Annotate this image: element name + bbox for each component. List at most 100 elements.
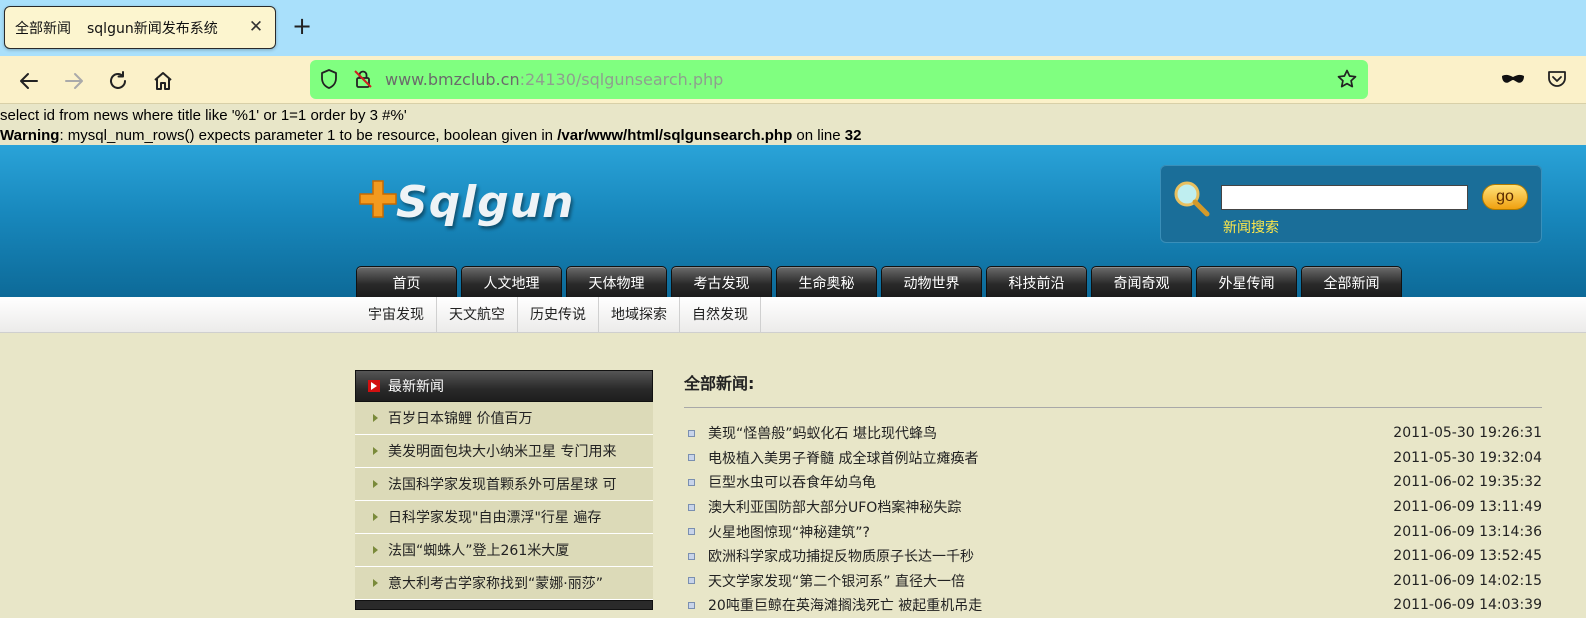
list-item[interactable]: 法国科学家发现首颗系外可居星球 可: [355, 468, 653, 501]
arrow-icon: [373, 546, 378, 554]
reload-button[interactable]: [105, 68, 131, 94]
list-item[interactable]: 法国“蜘蛛人”登上261米大厦: [355, 534, 653, 567]
forward-arrow-icon: [65, 73, 83, 89]
url-host: www.bmzclub.cn: [385, 70, 520, 89]
news-title-link[interactable]: 天文学家发现“第二个银河系” 直径大一倍: [708, 571, 965, 591]
back-button[interactable]: [16, 68, 42, 94]
private-browsing-mask-icon[interactable]: [1500, 68, 1526, 90]
sub-nav-item-universe[interactable]: 宇宙发现: [356, 297, 437, 333]
php-warning-output: select id from news where title like '%1…: [0, 106, 1586, 146]
list-item-label[interactable]: 日科学家发现"自由漂浮"行星 遍存: [388, 507, 601, 527]
bullet-icon: [688, 429, 695, 437]
news-list: 美现“怪兽般”蚂蚁化石 堪比现代蜂鸟 2011-05-30 19:26:31 电极…: [684, 421, 1542, 618]
site-header: Sqlgun go 新闻搜索 首页 人文地理 天体物理 考古发现 生命奥秘 动物…: [0, 145, 1586, 298]
bullet-icon: [688, 503, 695, 511]
search-panel: go 新闻搜索: [1160, 165, 1542, 243]
tab-title-part2: sqlgun新闻发布系统: [87, 20, 218, 37]
sql-query-text: select id from news where title like '%1…: [0, 107, 407, 124]
main-nav-item-astrophysics[interactable]: 天体物理: [566, 266, 667, 298]
sub-nav-item-history[interactable]: 历史传说: [518, 297, 599, 333]
news-title-link[interactable]: 巨型水虫可以吞食年幼乌龟: [708, 472, 876, 492]
list-item[interactable]: 日科学家发现"自由漂浮"行星 遍存: [355, 501, 653, 534]
news-date: 2011-05-30 19:26:31: [1393, 425, 1542, 442]
list-item: 20吨重巨鲸在英海滩搁浅死亡 被起重机吊走 2011-06-09 14:03:39: [684, 593, 1542, 618]
bookmark-star-icon[interactable]: [1336, 68, 1358, 90]
news-title-link[interactable]: 火星地图惊现“神秘建筑”?: [708, 522, 870, 542]
bullet-icon: [688, 478, 695, 486]
search-label[interactable]: 新闻搜索: [1223, 217, 1279, 237]
main-nav-item-home[interactable]: 首页: [356, 266, 457, 298]
warning-label: Warning: [0, 127, 60, 144]
main-nav-item-alien-rumors[interactable]: 外星传闻: [1196, 266, 1297, 298]
arrow-icon: [373, 480, 378, 488]
bullet-icon: [688, 454, 695, 462]
close-tab-icon[interactable]: ✕: [247, 18, 265, 36]
main-nav-item-all-news[interactable]: 全部新闻: [1301, 266, 1402, 298]
address-bar[interactable]: www.bmzclub.cn:24130/sqlgunsearch.php: [310, 60, 1368, 99]
list-item: 美现“怪兽般”蚂蚁化石 堪比现代蜂鸟 2011-05-30 19:26:31: [684, 421, 1542, 446]
url-text[interactable]: www.bmzclub.cn:24130/sqlgunsearch.php: [385, 70, 723, 89]
sidebar-header: 最新新闻: [355, 370, 653, 402]
news-title-link[interactable]: 电极植入美男子脊髓 成全球首例站立瘫痪者: [708, 448, 978, 468]
news-title-link[interactable]: 澳大利亚国防部大部分UFO档案神秘失踪: [708, 497, 961, 517]
arrow-icon: [373, 579, 378, 587]
insecure-lock-icon[interactable]: [352, 68, 374, 90]
list-item-label[interactable]: 法国“蜘蛛人”登上261米大厦: [388, 540, 569, 560]
browser-tab[interactable]: 全部新闻 sqlgun新闻发布系统 ✕: [4, 6, 276, 49]
news-date: 2011-06-09 13:11:49: [1393, 499, 1542, 516]
sub-nav: 宇宙发现 天文航空 历史传说 地域探索 自然发现: [0, 297, 1586, 333]
list-item[interactable]: 美发明面包块大小纳米卫星 专门用来: [355, 435, 653, 468]
list-item: 电极植入美男子脊髓 成全球首例站立瘫痪者 2011-05-30 19:32:04: [684, 446, 1542, 471]
reload-icon: [110, 71, 126, 89]
sub-nav-item-nature[interactable]: 自然发现: [680, 297, 761, 333]
list-item-label[interactable]: 百岁日本锦鲤 价值百万: [388, 408, 532, 428]
url-port: :24130: [519, 70, 576, 89]
main-nav-item-oddities[interactable]: 奇闻奇观: [1091, 266, 1192, 298]
list-item[interactable]: 百岁日本锦鲤 价值百万: [355, 402, 653, 435]
section-divider: [684, 407, 1542, 408]
tab-title-part1: 全部新闻: [15, 20, 71, 37]
sub-nav-item-aerospace[interactable]: 天文航空: [437, 297, 518, 333]
list-item: 天文学家发现“第二个银河系” 直径大一倍 2011-06-09 14:02:15: [684, 569, 1542, 594]
main-nav-item-life-mysteries[interactable]: 生命奥秘: [776, 266, 877, 298]
pocket-icon[interactable]: [1546, 68, 1568, 90]
list-item: 欧洲科学家成功捕捉反物质原子长达一千秒 2011-06-09 13:52:45: [684, 544, 1542, 569]
shield-icon[interactable]: [318, 68, 340, 90]
new-tab-button[interactable]: +: [290, 14, 314, 38]
sub-nav-item-exploration[interactable]: 地域探索: [599, 297, 680, 333]
bullet-icon: [688, 577, 695, 585]
home-button[interactable]: [150, 68, 176, 94]
news-date: 2011-06-02 19:35:32: [1393, 474, 1542, 491]
main-nav-item-animal-world[interactable]: 动物世界: [881, 266, 982, 298]
news-title-link[interactable]: 美现“怪兽般”蚂蚁化石 堪比现代蜂鸟: [708, 423, 937, 443]
news-title-link[interactable]: 20吨重巨鲸在英海滩搁浅死亡 被起重机吊走: [708, 595, 982, 615]
main-nav-item-tech-frontier[interactable]: 科技前沿: [986, 266, 1087, 298]
sidebar-next-header: [355, 600, 653, 610]
warning-message: : mysql_num_rows() expects parameter 1 t…: [59, 127, 558, 144]
arrow-icon: [373, 414, 378, 422]
latest-news-sidebar: 最新新闻 百岁日本锦鲤 价值百万 美发明面包块大小纳米卫星 专门用来 法国科学家…: [355, 370, 653, 610]
warning-line: Warning: mysql_num_rows() expects parame…: [0, 126, 1586, 146]
news-date: 2011-06-09 14:02:15: [1393, 572, 1542, 589]
logo-plus-icon: [359, 180, 397, 218]
news-title-link[interactable]: 欧洲科学家成功捕捉反物质原子长达一千秒: [708, 546, 974, 566]
browser-navbar: www.bmzclub.cn:24130/sqlgunsearch.php: [0, 56, 1586, 104]
sidebar-list: 百岁日本锦鲤 价值百万 美发明面包块大小纳米卫星 专门用来 法国科学家发现首颗系…: [355, 402, 653, 600]
list-item-label[interactable]: 法国科学家发现首颗系外可居星球 可: [388, 474, 616, 494]
main-nav-item-archaeology[interactable]: 考古发现: [671, 266, 772, 298]
sidebar-title: 最新新闻: [388, 379, 444, 395]
list-item: 澳大利亚国防部大部分UFO档案神秘失踪 2011-06-09 13:11:49: [684, 495, 1542, 520]
main-nav-item-human-geography[interactable]: 人文地理: [461, 266, 562, 298]
list-item[interactable]: 意大利考古学家称找到“蒙娜·丽莎”: [355, 567, 653, 600]
forward-button[interactable]: [61, 68, 87, 94]
url-path: /sqlgunsearch.php: [575, 70, 724, 89]
search-magnifier-icon: [1174, 181, 1210, 217]
list-item-label[interactable]: 美发明面包块大小纳米卫星 专门用来: [388, 441, 616, 461]
news-date: 2011-06-09 13:14:36: [1393, 523, 1542, 540]
list-item-label[interactable]: 意大利考古学家称找到“蒙娜·丽莎”: [388, 573, 603, 593]
back-arrow-icon: [20, 73, 38, 89]
list-item: 巨型水虫可以吞食年幼乌龟 2011-06-02 19:35:32: [684, 470, 1542, 495]
arrow-icon: [373, 513, 378, 521]
search-input[interactable]: [1221, 185, 1468, 210]
search-go-button[interactable]: go: [1482, 184, 1528, 210]
